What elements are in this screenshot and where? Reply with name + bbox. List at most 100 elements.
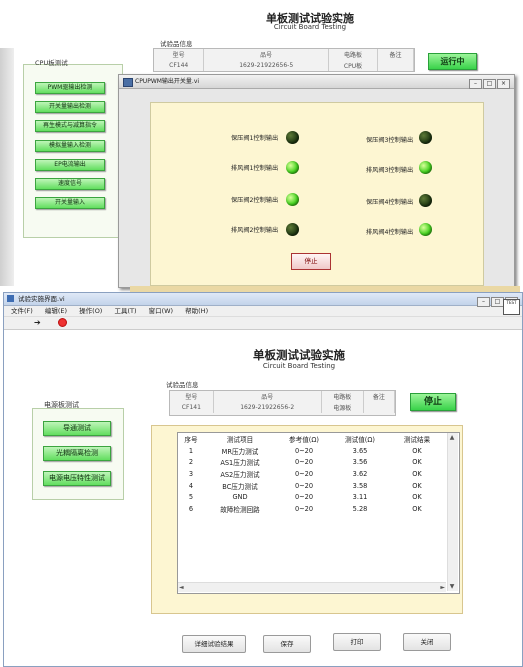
menu-help[interactable]: 帮助(H) bbox=[185, 307, 208, 315]
led-indicator bbox=[419, 223, 432, 236]
table-cell: GND bbox=[232, 493, 248, 502]
cpu-panel-title: CPU板测试 bbox=[35, 59, 68, 67]
table-cell: 6 bbox=[188, 504, 194, 513]
led-indicator bbox=[286, 223, 299, 236]
table-cell: 3.11 bbox=[352, 493, 368, 502]
window-titlebar: 试验实施界面.vi –□× bbox=[4, 293, 522, 307]
menu-operate[interactable]: 操作(O) bbox=[79, 307, 102, 315]
table-cell: OK bbox=[412, 481, 422, 490]
info-header: 品号 bbox=[213, 391, 322, 402]
table-cell: 3 bbox=[188, 469, 194, 478]
table-cell: OK bbox=[412, 458, 422, 467]
table-cell: OK bbox=[412, 469, 422, 478]
menu-file[interactable]: 文件(F) bbox=[11, 307, 33, 315]
print-button[interactable]: 打印 bbox=[333, 633, 381, 651]
column-header: 测试项目 bbox=[226, 436, 254, 444]
table-cell: 3.65 bbox=[352, 446, 368, 455]
led-label: 排风阀2控制输出 bbox=[231, 227, 279, 234]
table-cell: 0~20 bbox=[294, 458, 314, 467]
table-cell: 4 bbox=[188, 481, 194, 490]
info-value bbox=[377, 60, 414, 71]
horizontal-scrollbar[interactable]: ◄ ► bbox=[178, 582, 446, 592]
save-button[interactable]: 保存 bbox=[263, 635, 311, 653]
vi-icon bbox=[123, 78, 133, 87]
page-title: 单板测试试验实施 bbox=[253, 348, 345, 362]
info-header: 电路板 bbox=[321, 391, 364, 402]
menu-edit[interactable]: 编辑(E) bbox=[45, 307, 67, 315]
table-cell: OK bbox=[412, 504, 422, 513]
close-icon[interactable]: × bbox=[497, 79, 510, 89]
toolbar: ➔ bbox=[4, 317, 522, 330]
table-cell: 0~20 bbox=[294, 481, 314, 490]
minimize-icon[interactable]: – bbox=[469, 79, 482, 89]
top-info-label: 试验品信息 bbox=[160, 40, 193, 48]
info-header: 备注 bbox=[377, 49, 414, 60]
top-page-subtitle: Circuit Board Testing bbox=[273, 23, 347, 31]
led-label: 保压阀4控制输出 bbox=[366, 199, 414, 206]
table-cell: MR压力测试 bbox=[221, 447, 259, 456]
led-label: 保压阀2控制输出 bbox=[231, 197, 279, 204]
led-indicator bbox=[419, 161, 432, 174]
dialog-stop-button[interactable]: 停止 bbox=[291, 253, 331, 270]
dialog-title: CPUPWM输出开关量.vi bbox=[135, 78, 200, 85]
led-indicator bbox=[286, 131, 299, 144]
analog-input-test-button[interactable]: 模拟量输入检测 bbox=[35, 140, 105, 152]
dialog-titlebar: CPUPWM输出开关量.vi – □ × bbox=[119, 75, 514, 89]
pwm-output-dialog: CPUPWM输出开关量.vi – □ × 保压阀1控制输出 排风阀1控制输出 保压阀… bbox=[118, 74, 515, 288]
scroll-left-icon[interactable]: ◄ bbox=[179, 583, 184, 592]
menu-tools[interactable]: 工具(T) bbox=[114, 307, 136, 315]
abort-icon[interactable] bbox=[58, 318, 67, 327]
speed-signal-button[interactable]: 速度信号 bbox=[35, 178, 105, 190]
maximize-icon[interactable]: □ bbox=[483, 79, 496, 89]
info-table: 型号 品号 电路板 备注 CF141 1629-21922656-2 电源板 bbox=[169, 390, 396, 416]
scroll-right-icon[interactable]: ► bbox=[440, 583, 445, 592]
labview-vi-icon: TEST bbox=[503, 299, 520, 315]
ep-current-output-button[interactable]: EP电流输出 bbox=[35, 159, 105, 171]
column-header: 序号 bbox=[184, 436, 198, 444]
info-value bbox=[363, 402, 396, 413]
menu-window[interactable]: 窗口(W) bbox=[149, 307, 174, 315]
left-edge-shade bbox=[0, 48, 14, 286]
led-label: 保压阀3控制输出 bbox=[366, 137, 414, 144]
switch-input-button[interactable]: 开关量输入 bbox=[35, 197, 105, 209]
running-button[interactable]: 运行中 bbox=[428, 53, 477, 70]
optocoupler-test-button[interactable]: 光耦隔离检测 bbox=[43, 446, 111, 461]
info-value: CF141 bbox=[170, 402, 214, 413]
info-header: 型号 bbox=[154, 49, 205, 60]
close-button[interactable]: 关闭 bbox=[403, 633, 451, 651]
detailed-results-button[interactable]: 详细试验结果 bbox=[182, 635, 246, 653]
voltage-characteristic-button[interactable]: 电源电压特性测试 bbox=[43, 471, 111, 486]
table-cell: OK bbox=[412, 446, 422, 455]
table-row: 4 BC压力测试 0~20 3.58 OK bbox=[178, 480, 446, 492]
info-value: 1629-21922656-5 bbox=[203, 60, 329, 71]
led-indicator bbox=[286, 161, 299, 174]
vertical-scrollbar[interactable] bbox=[447, 433, 458, 591]
led-label: 排风阀3控制输出 bbox=[366, 167, 414, 174]
table-cell: OK bbox=[412, 493, 422, 502]
info-label: 试验品信息 bbox=[166, 381, 199, 389]
info-header: 品号 bbox=[203, 49, 329, 60]
scroll-down-icon[interactable]: ▼ bbox=[447, 582, 457, 591]
table-cell: AS2压力测试 bbox=[220, 470, 260, 479]
pwm-output-test-button[interactable]: PWM驱输出检测 bbox=[35, 82, 105, 94]
column-header: 参考值(Ω) bbox=[289, 436, 319, 444]
led-label: 排风阀4控制输出 bbox=[366, 229, 414, 236]
table-cell: 0~20 bbox=[294, 446, 314, 455]
scroll-up-icon[interactable]: ▲ bbox=[447, 433, 457, 442]
table-cell: 5.28 bbox=[352, 504, 368, 513]
table-cell: 2 bbox=[188, 458, 194, 467]
continuity-test-button[interactable]: 导通测试 bbox=[43, 421, 111, 436]
minimize-icon[interactable]: – bbox=[477, 297, 490, 307]
table-cell: 5 bbox=[188, 493, 194, 502]
vi-icon bbox=[7, 295, 14, 302]
table-row: 6 故障检测回路 0~20 5.28 OK bbox=[178, 503, 446, 515]
power-panel-title: 电源板测试 bbox=[44, 401, 79, 409]
led-label: 保压阀1控制输出 bbox=[231, 135, 279, 142]
table-cell: 0~20 bbox=[294, 469, 314, 478]
info-header: 备注 bbox=[363, 391, 396, 402]
stop-button[interactable]: 停止 bbox=[410, 393, 456, 411]
table-cell: 0~20 bbox=[294, 504, 314, 513]
switch-output-test-button[interactable]: 开关量输出检测 bbox=[35, 101, 105, 113]
run-arrow-icon[interactable]: ➔ bbox=[34, 318, 41, 328]
regen-mode-button[interactable]: 再生模式与减算指令 bbox=[35, 120, 105, 132]
